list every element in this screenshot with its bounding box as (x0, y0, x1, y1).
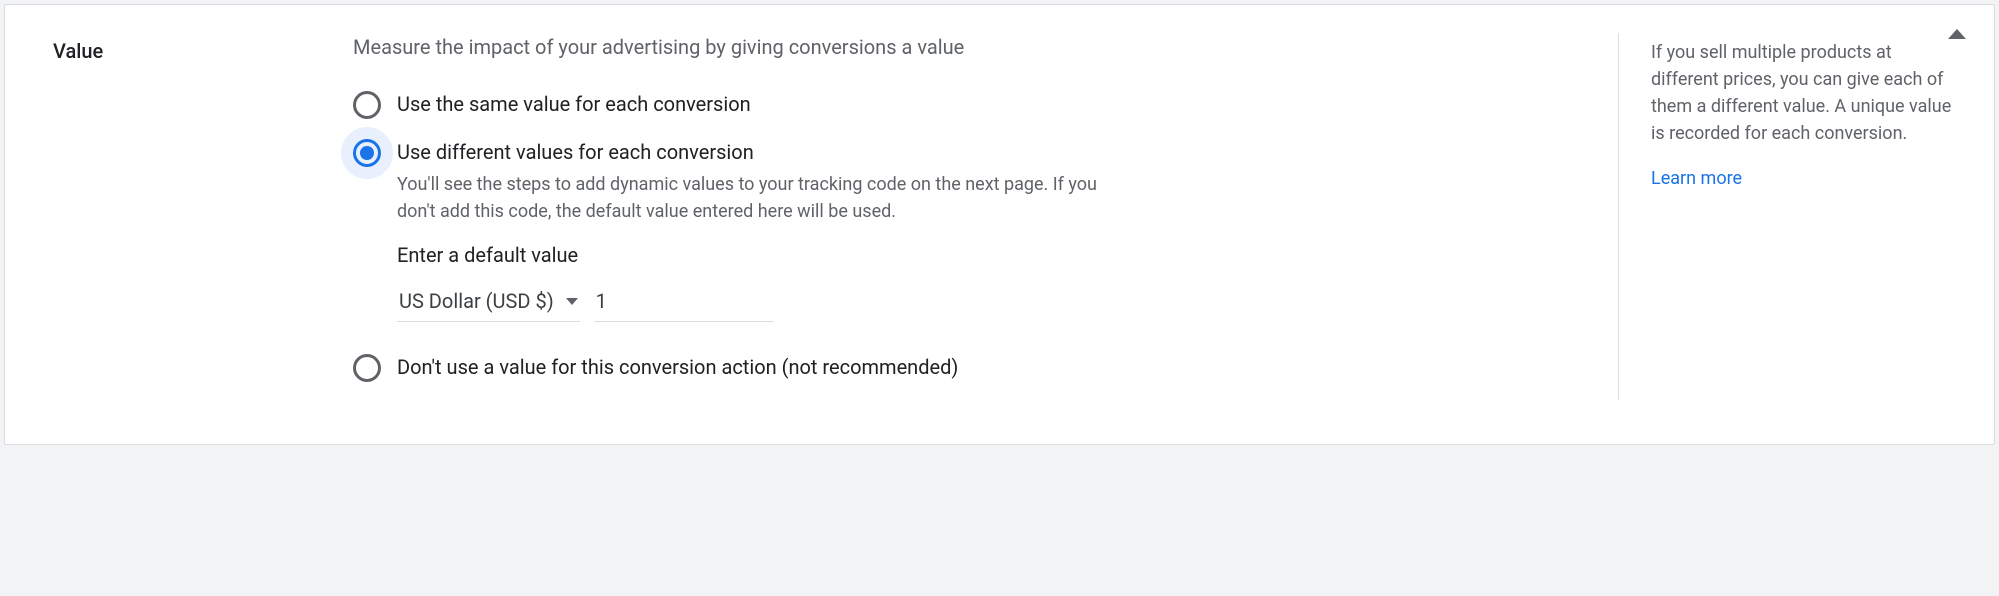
option-same-label: Use the same value for each conversion (397, 89, 751, 119)
radio-selected-halo (341, 127, 393, 179)
section-title: Value (53, 33, 353, 400)
currency-select[interactable]: US Dollar (USD $) (397, 285, 580, 322)
option-no-value[interactable]: Don't use a value for this conversion ac… (353, 352, 1578, 382)
radio-unchecked-icon (353, 91, 381, 119)
learn-more-link[interactable]: Learn more (1651, 165, 1742, 192)
default-value-label: Enter a default value (397, 243, 1578, 267)
option-same-value[interactable]: Use the same value for each conversion (353, 89, 1578, 119)
option-none-label: Don't use a value for this conversion ac… (397, 352, 958, 382)
caret-down-icon (566, 298, 578, 305)
default-value-block: Enter a default value US Dollar (USD $) (397, 243, 1578, 322)
currency-value: US Dollar (USD $) (399, 289, 554, 313)
collapse-button[interactable] (1948, 29, 1966, 39)
help-panel: If you sell multiple products at differe… (1618, 33, 1958, 400)
option-different-description: You'll see the steps to add dynamic valu… (397, 171, 1097, 225)
radio-checked-icon (353, 139, 381, 167)
help-text: If you sell multiple products at differe… (1651, 39, 1958, 147)
main-column: Measure the impact of your advertising b… (353, 33, 1618, 400)
default-value-input[interactable] (594, 285, 774, 322)
chevron-up-icon (1948, 29, 1966, 39)
option-different-values[interactable]: Use different values for each conversion… (353, 137, 1578, 225)
option-different-label: Use different values for each conversion (397, 137, 1097, 167)
section-subtitle: Measure the impact of your advertising b… (353, 33, 1578, 61)
value-section-card: Value Measure the impact of your adverti… (4, 4, 1995, 445)
radio-unchecked-icon (353, 354, 381, 382)
